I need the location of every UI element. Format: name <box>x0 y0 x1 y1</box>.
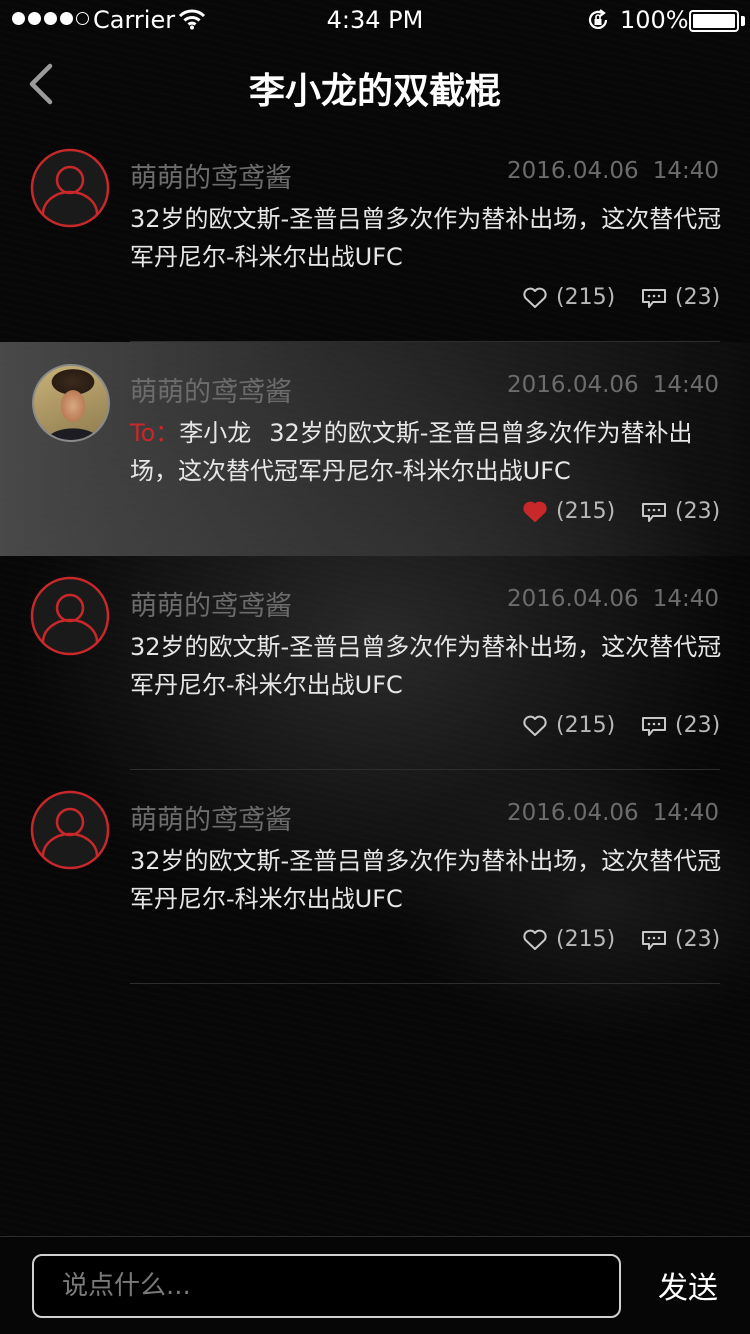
like-button[interactable]: (215) <box>522 285 615 310</box>
like-button[interactable]: (215) <box>522 927 615 952</box>
username[interactable]: 萌萌的鸢鸢酱 <box>130 798 292 837</box>
comment-text: 32岁的欧文斯-圣普吕曾多次作为替补出场，这次替代冠军丹尼尔-科米尔出战UFC <box>130 847 722 913</box>
username[interactable]: 萌萌的鸢鸢酱 <box>130 370 292 409</box>
default-user-icon[interactable] <box>30 576 110 656</box>
heart-outline-icon <box>523 715 547 736</box>
reply-to-prefix: To： <box>130 419 180 447</box>
comment-item[interactable]: 萌萌的鸢鸢酱 2016.04.06 14:40 To：李小龙 32岁的欧文斯-圣普吕… <box>0 342 750 556</box>
comment-timestamp: 2016.04.06 14:40 <box>507 800 719 826</box>
send-button[interactable]: 发送 <box>646 1263 730 1307</box>
reply-count: (23) <box>675 713 721 738</box>
comment-text: To：李小龙 32岁的欧文斯-圣普吕曾多次作为替补出场，这次替代冠军丹尼尔-科米尔… <box>130 419 693 485</box>
user-photo-avatar[interactable] <box>32 364 110 442</box>
reply-count: (23) <box>675 499 721 524</box>
like-button[interactable]: (215) <box>522 499 615 524</box>
heart-outline-icon <box>523 929 547 950</box>
reply-button[interactable]: (23) <box>641 927 720 952</box>
comment-text: 32岁的欧文斯-圣普吕曾多次作为替补出场，这次替代冠军丹尼尔-科米尔出战UFC <box>130 633 722 699</box>
comment-text: 32岁的欧文斯-圣普吕曾多次作为替补出场，这次替代冠军丹尼尔-科米尔出战UFC <box>130 205 722 271</box>
like-count: (215) <box>556 713 616 738</box>
page-title: 李小龙的双截棍 <box>248 71 501 112</box>
battery-icon <box>689 10 739 32</box>
default-user-icon[interactable] <box>30 790 110 870</box>
comment-icon <box>642 502 666 522</box>
comment-input-bar: 发送 <box>0 1236 750 1334</box>
reply-count: (23) <box>675 285 721 310</box>
comment-list: 萌萌的鸢鸢酱 2016.04.06 14:40 32岁的欧文斯-圣普吕曾多次作为替… <box>0 128 750 984</box>
reply-button[interactable]: (23) <box>641 285 720 310</box>
like-count: (215) <box>556 499 616 524</box>
rotation-lock-icon <box>586 8 610 38</box>
comment-input[interactable] <box>32 1254 621 1318</box>
comment-icon <box>642 288 666 308</box>
comment-item[interactable]: 萌萌的鸢鸢酱 2016.04.06 14:40 32岁的欧文斯-圣普吕曾多次作为替… <box>0 128 750 342</box>
comment-timestamp: 2016.04.06 14:40 <box>507 158 719 184</box>
reply-button[interactable]: (23) <box>641 713 720 738</box>
divider <box>130 983 720 984</box>
comment-item[interactable]: 萌萌的鸢鸢酱 2016.04.06 14:40 32岁的欧文斯-圣普吕曾多次作为替… <box>0 556 750 770</box>
like-button[interactable]: (215) <box>522 713 615 738</box>
username[interactable]: 萌萌的鸢鸢酱 <box>130 156 292 195</box>
battery-percent: 100% <box>620 6 689 34</box>
comment-icon <box>642 930 666 950</box>
reply-to-name[interactable]: 李小龙 <box>179 419 251 447</box>
reply-count: (23) <box>675 927 721 952</box>
nav-bar: 李小龙的双截棍 <box>0 40 750 128</box>
comment-item[interactable]: 萌萌的鸢鸢酱 2016.04.06 14:40 32岁的欧文斯-圣普吕曾多次作为替… <box>0 770 750 984</box>
username[interactable]: 萌萌的鸢鸢酱 <box>130 584 292 623</box>
comment-timestamp: 2016.04.06 14:40 <box>507 586 719 612</box>
status-bar: Carrier 4:34 PM 100% <box>0 0 750 40</box>
reply-button[interactable]: (23) <box>641 499 720 524</box>
like-count: (215) <box>556 285 616 310</box>
comment-icon <box>642 716 666 736</box>
heart-outline-icon <box>523 287 547 308</box>
comment-timestamp: 2016.04.06 14:40 <box>507 372 719 398</box>
like-count: (215) <box>556 927 616 952</box>
heart-filled-icon <box>523 501 547 522</box>
default-user-icon[interactable] <box>30 148 110 228</box>
